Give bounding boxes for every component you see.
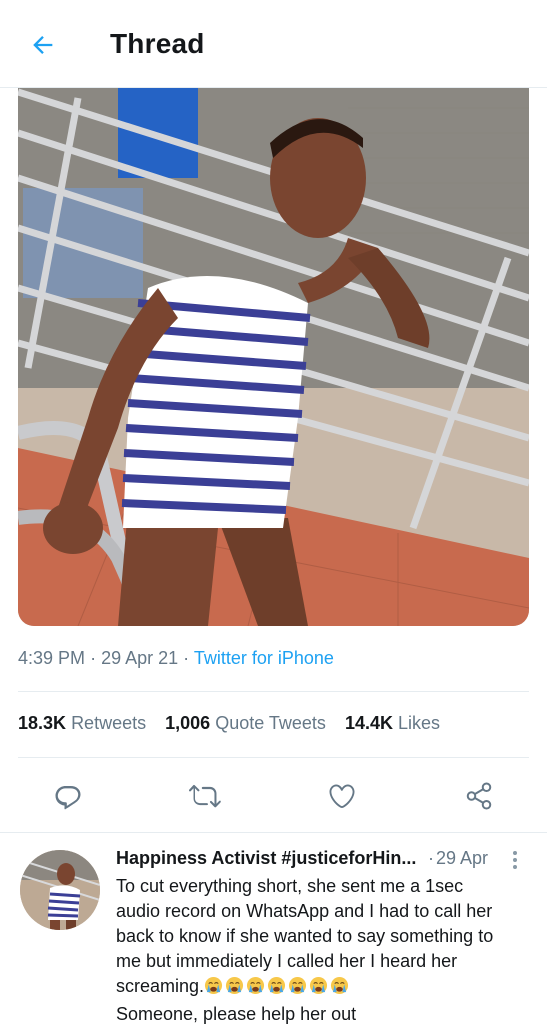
crying-face-emoji-row [204, 976, 351, 1002]
reply-button[interactable] [52, 780, 84, 812]
crying-face-icon [288, 976, 307, 995]
page-title: Thread [110, 28, 205, 59]
likes-count: 14.4K [344, 713, 393, 733]
reply-line: audio record on WhatsApp and I had to ca… [116, 901, 493, 921]
crying-face-icon [225, 976, 244, 995]
retweets-stat[interactable]: 18.3K Retweets [18, 713, 146, 733]
tweet-photo[interactable] [18, 88, 529, 626]
top-bar: Thread [0, 0, 547, 88]
share-button[interactable] [463, 780, 495, 812]
tweet-stats: 18.3K Retweets 1,006 Quote Tweets 14.4K … [18, 713, 454, 734]
reply-line-with-emoji: screaming. [116, 974, 532, 1002]
meta-separator: · [90, 648, 102, 668]
tweet-time: 4:39 PM [18, 648, 86, 668]
reply-line: Someone, please help her out [116, 1004, 357, 1024]
like-button[interactable] [326, 780, 358, 812]
reply-body: To cut everything short, she sent me a 1… [116, 874, 532, 1024]
back-button[interactable] [26, 28, 60, 62]
retweet-icon [189, 784, 221, 808]
crying-face-icon [309, 976, 328, 995]
retweet-button[interactable] [189, 780, 221, 812]
more-options-button[interactable] [506, 850, 524, 870]
more-vertical-icon [513, 851, 517, 869]
like-icon [329, 784, 355, 808]
reply-date: 29 Apr [436, 848, 489, 868]
reply-line: back to know if she wanted to say someth… [116, 926, 494, 946]
reply-line: To cut everything short, she sent me a 1… [116, 876, 464, 896]
retweets-count: 18.3K [18, 713, 67, 733]
reply-line: me but immediately I called her I heard … [116, 951, 458, 971]
meta-separator: · [428, 848, 434, 868]
tweet-source-link[interactable]: Twitter for iPhone [194, 648, 334, 668]
crying-face-icon [330, 976, 349, 995]
avatar[interactable] [20, 850, 100, 930]
crying-face-icon [246, 976, 265, 995]
divider [18, 691, 529, 692]
reply-header: Happiness Activist #justiceforHin... · 2… [116, 848, 536, 872]
meta-separator: · [183, 648, 194, 668]
arrow-left-icon [33, 36, 53, 54]
crying-face-icon [267, 976, 286, 995]
share-icon [466, 782, 492, 810]
quote-tweets-stat[interactable]: 1,006 Quote Tweets [165, 713, 326, 733]
likes-label: Likes [398, 713, 441, 733]
reply-author-name[interactable]: Happiness Activist #justiceforHin... [116, 848, 422, 869]
divider [0, 832, 547, 833]
divider [18, 757, 529, 758]
quotes-label: Quote Tweets [215, 713, 326, 733]
tweet-actions [0, 770, 547, 822]
quotes-count: 1,006 [165, 713, 211, 733]
likes-stat[interactable]: 14.4K Likes [345, 713, 440, 733]
tweet-date: 29 Apr 21 [101, 648, 179, 668]
reply-line: screaming. [116, 976, 205, 996]
crying-face-icon [204, 976, 223, 995]
reply-icon [55, 786, 81, 810]
tweet-timestamp: 4:39 PM · 29 Apr 21 · Twitter for iPhone [18, 648, 334, 669]
retweets-label: Retweets [71, 713, 147, 733]
